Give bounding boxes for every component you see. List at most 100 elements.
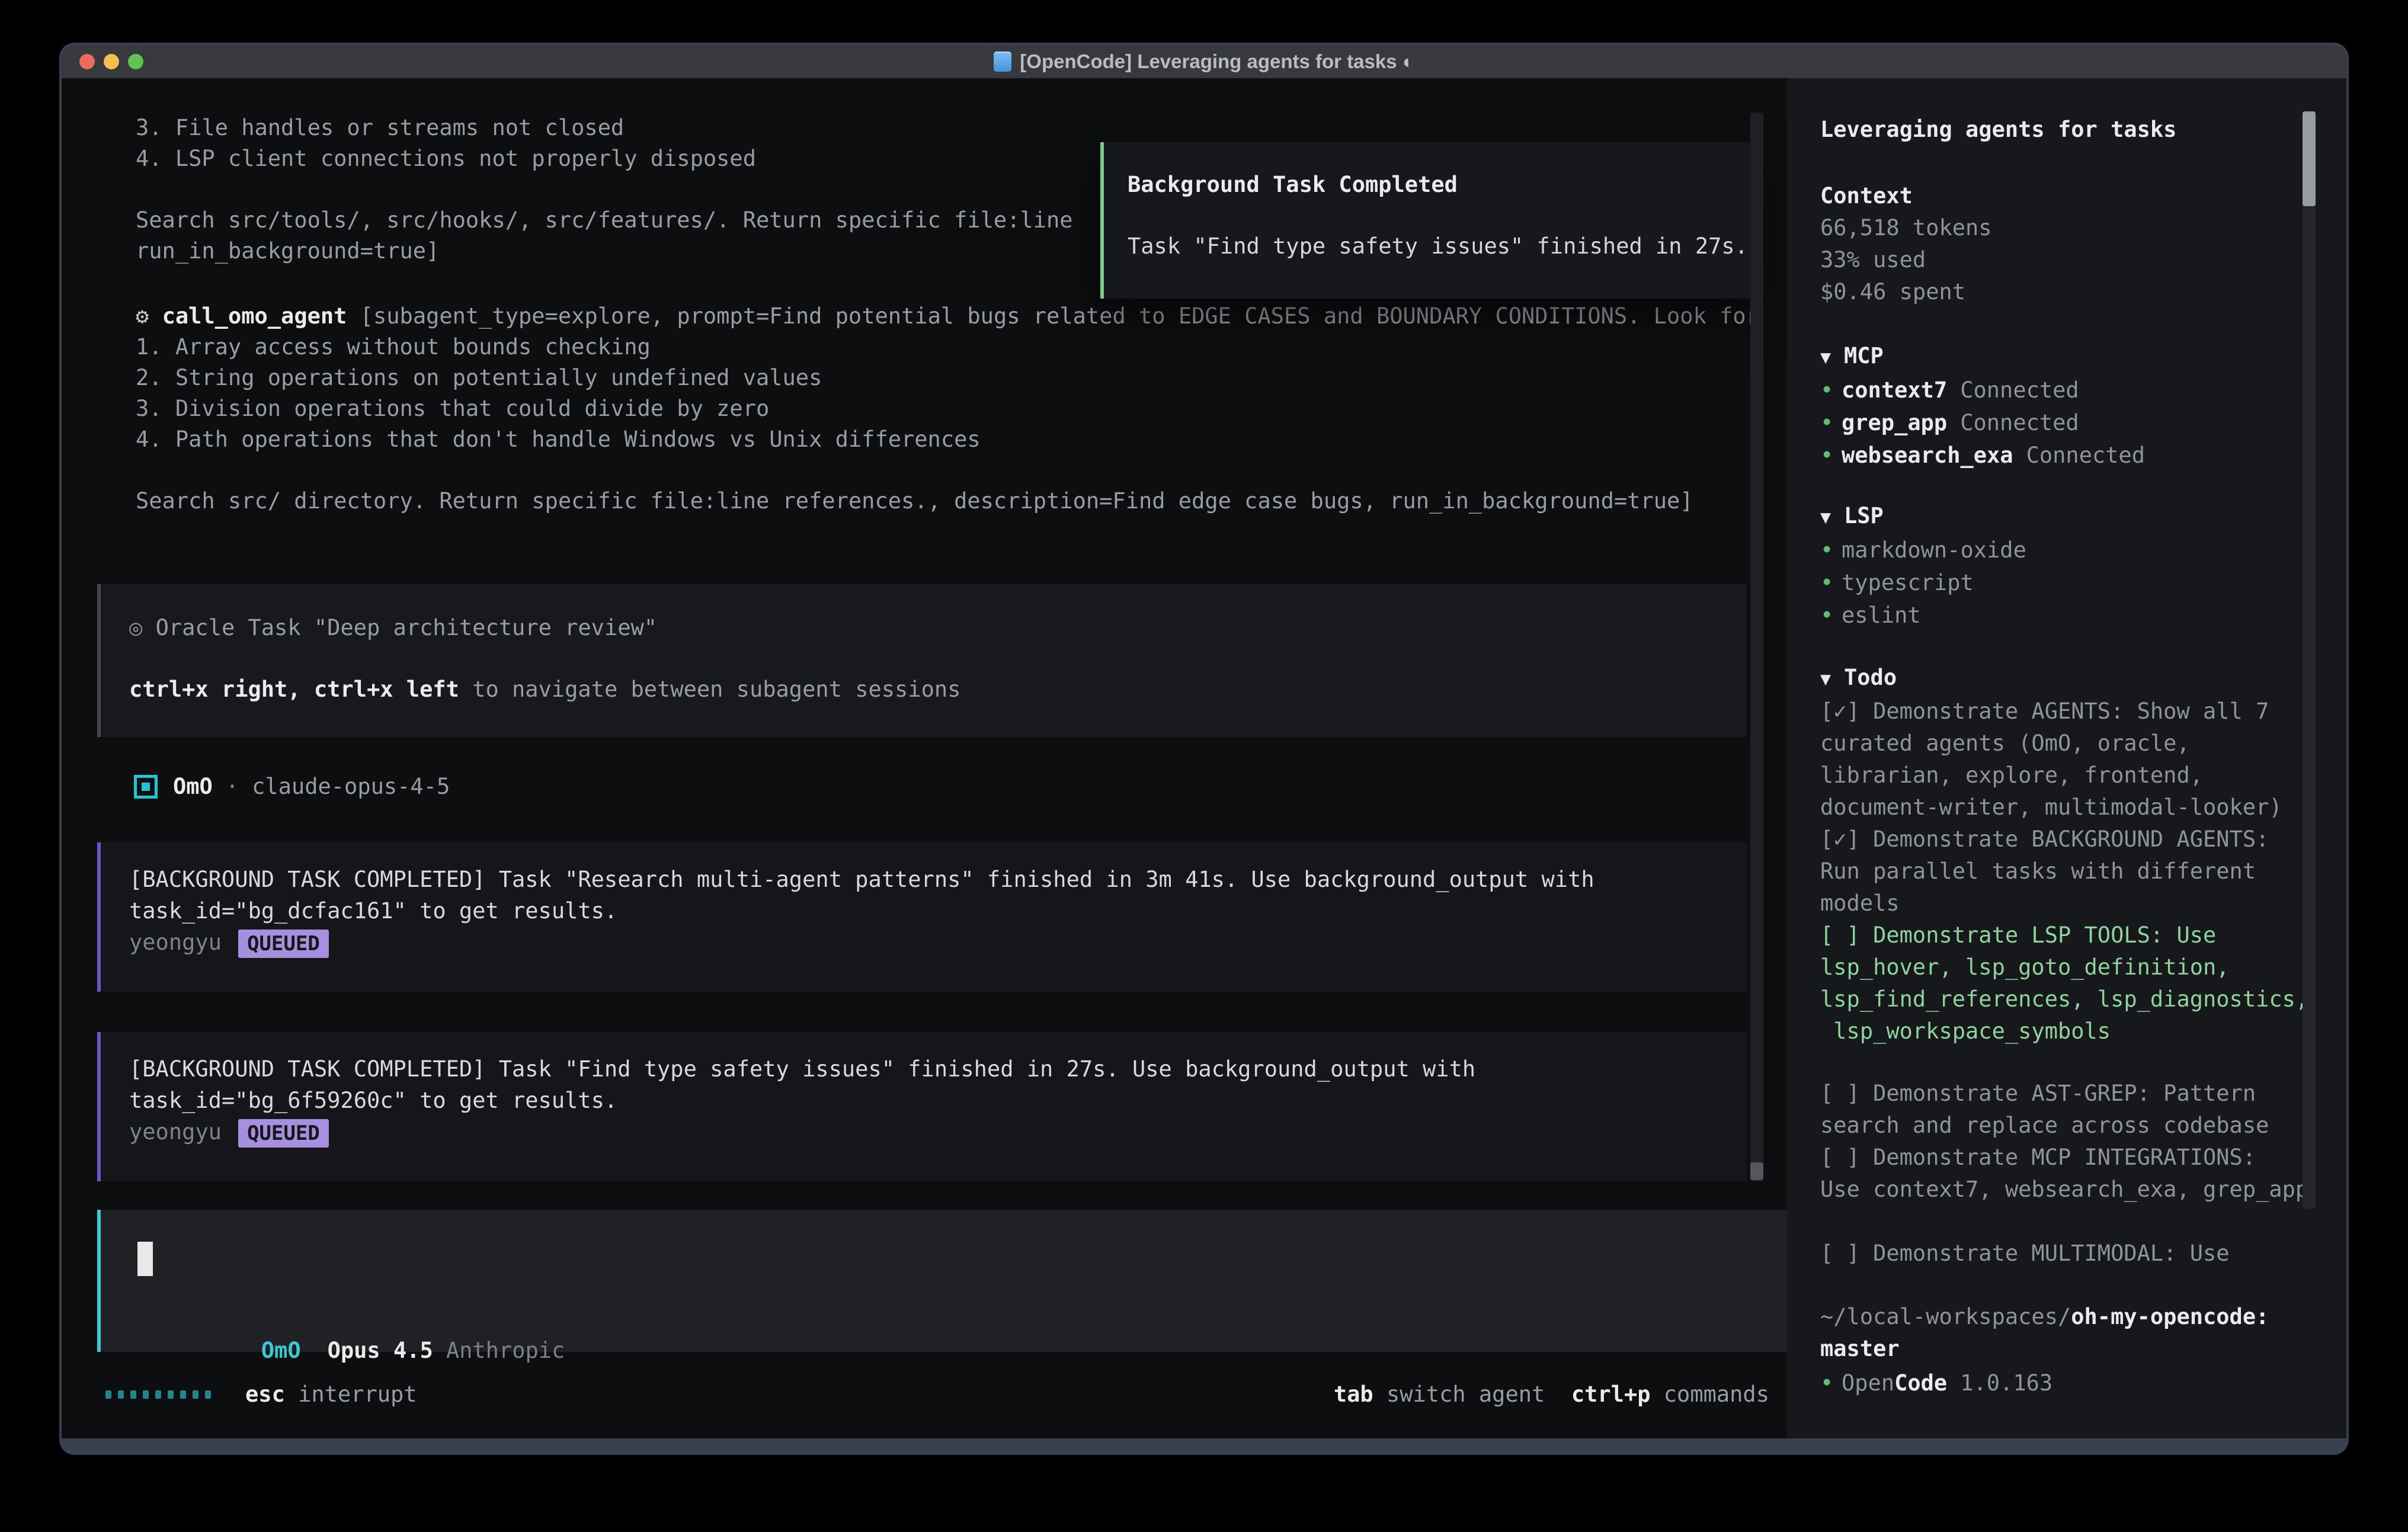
workspace-branch: master <box>1820 1333 2293 1365</box>
message-author: yeongyu <box>129 1119 222 1145</box>
mcp-item-status: Connected <box>1960 377 2079 403</box>
tool-call-block: ⚙ call_omo_agent [subagent_type=explore,… <box>136 301 1759 517</box>
sidebar-scrollbar-track[interactable] <box>2303 111 2316 1209</box>
zoom-window-button[interactable] <box>128 54 143 69</box>
mcp-heading: MCP <box>1844 343 1884 368</box>
lsp-item: •markdown-oxide <box>1820 534 2293 566</box>
text-cursor <box>137 1242 153 1276</box>
close-window-button[interactable] <box>79 54 95 69</box>
mcp-heading-row[interactable]: ▼MCP <box>1820 339 2293 374</box>
tool-call-line: Search src/ directory. Return specific f… <box>136 486 1759 517</box>
mcp-section: ▼MCP •context7Connected •grep_appConnect… <box>1820 339 2293 472</box>
terminal-line: 3. File handles or streams not closed <box>136 113 1073 143</box>
notification-title: Background Task Completed <box>1128 169 1752 200</box>
window-title-group: [OpenCode] Leveraging agents for tasks ◐ <box>994 50 1414 73</box>
message-line: task_id="bg_dcfac161" to get results. <box>129 895 1747 927</box>
todo-line: curated agents (OmO, oracle, <box>1820 727 2293 759</box>
lsp-item: •eslint <box>1820 599 2293 632</box>
esc-key-label: esc <box>245 1382 285 1407</box>
todo-line: [ ] Demonstrate MCP INTEGRATIONS: <box>1820 1142 2293 1174</box>
lsp-heading-row[interactable]: ▼LSP <box>1820 499 2293 534</box>
context-heading: Context <box>1820 180 2293 212</box>
todo-line: [ ] Demonstrate AST-GREP: Pattern <box>1820 1078 2293 1110</box>
app-version-block: •OpenCode1.0.163 <box>1820 1367 2293 1399</box>
tool-call-line <box>136 455 1759 486</box>
tool-call-line: ⚙ call_omo_agent [subagent_type=explore,… <box>136 301 1759 332</box>
oracle-task-text: Oracle Task "Deep architecture review" <box>156 615 657 640</box>
message-line: task_id="bg_6f59260c" to get results. <box>129 1085 1747 1116</box>
minimize-window-button[interactable] <box>104 54 119 69</box>
message-line: [BACKGROUND TASK COMPLETED] Task "Resear… <box>129 864 1747 895</box>
terminal-main-pane: 3. File handles or streams not closed 4.… <box>62 78 1787 1438</box>
agent-separator: · <box>226 771 239 802</box>
app-version: 1.0.163 <box>1960 1370 2052 1396</box>
spinner-dots <box>105 1390 211 1399</box>
mcp-item: •grep_app Connected <box>1820 406 2293 439</box>
workspace-path: ~/local-workspaces/oh-my-opencode: <box>1820 1301 2293 1333</box>
terminal-line: 4. LSP client connections not properly d… <box>136 143 1073 174</box>
mcp-item-name: grep_app <box>1842 410 1947 435</box>
app-version-row: •OpenCode1.0.163 <box>1820 1367 2293 1399</box>
mcp-item-name: websearch_exa <box>1842 443 2013 468</box>
main-scrollbar-thumb[interactable] <box>1750 1162 1763 1180</box>
bullet-icon: • <box>1820 566 1842 599</box>
bullet-icon: • <box>1820 406 1842 439</box>
todo-heading: Todo <box>1844 665 1897 690</box>
todo-line: models <box>1820 887 2293 919</box>
input-agent-name: OmO <box>261 1338 301 1363</box>
lsp-item: •typescript <box>1820 566 2293 599</box>
session-title-block: Leveraging agents for tasks <box>1820 114 2293 146</box>
tool-call-line: 4. Path operations that don't handle Win… <box>136 424 1759 455</box>
terminal-window: [OpenCode] Leveraging agents for tasks ◐… <box>59 43 2349 1455</box>
tool-call-line: 2. String operations on potentially unde… <box>136 363 1759 393</box>
background-task-message: [BACKGROUND TASK COMPLETED] Task "Find t… <box>97 1032 1747 1181</box>
status-badge: QUEUED <box>238 1119 329 1148</box>
terminal-line: Search src/tools/, src/hooks/, src/featu… <box>136 205 1073 236</box>
todo-section-tail: [ ] Demonstrate MULTIMODAL: Use <box>1820 1238 2293 1270</box>
oracle-keys: ctrl+x right, ctrl+x left <box>129 677 459 702</box>
todo-line: librarian, explore, frontend, <box>1820 759 2293 791</box>
todo-heading-row[interactable]: ▼Todo <box>1820 662 2293 696</box>
input-model-name: Opus 4.5 <box>328 1338 433 1363</box>
bullet-icon: • <box>1820 534 1842 566</box>
bullet-icon: • <box>1820 439 1842 472</box>
oracle-hint: to navigate between subagent sessions <box>472 677 960 702</box>
agent-checkbox-icon <box>134 775 158 799</box>
tool-name: call_omo_agent <box>162 303 347 329</box>
lsp-heading: LSP <box>1844 503 1884 528</box>
prompt-input[interactable]: OmOOpus 4.5Anthropic <box>97 1210 1787 1352</box>
todo-line-active: lsp_workspace_symbols <box>1820 1015 2293 1047</box>
todo-line: [✓] Demonstrate AGENTS: Show all 7 <box>1820 696 2293 727</box>
message-author: yeongyu <box>129 930 222 955</box>
lsp-item-name: eslint <box>1842 602 1921 628</box>
oracle-hint-line: ctrl+x right, ctrl+x left to navigate be… <box>129 674 1747 705</box>
todo-section-pending: [ ] Demonstrate AST-GREP: Pattern search… <box>1820 1078 2293 1206</box>
chevron-down-icon: ▼ <box>1820 341 1844 374</box>
todo-line: [ ] Demonstrate MULTIMODAL: Use <box>1820 1238 2293 1270</box>
lsp-section: ▼LSP •markdown-oxide •typescript •eslint <box>1820 499 2293 632</box>
tool-args: [subagent_type=explore, prompt=Find pote… <box>360 303 1759 329</box>
todo-line: [✓] Demonstrate BACKGROUND AGENTS: <box>1820 823 2293 855</box>
background-task-message: [BACKGROUND TASK COMPLETED] Task "Resear… <box>97 842 1747 992</box>
message-meta: yeongyuQUEUED <box>129 927 1747 958</box>
app-name-bold: Code <box>1894 1370 1947 1396</box>
todo-line: Use context7, websearch_exa, grep_app <box>1820 1174 2293 1206</box>
todo-line-active: lsp_hover, lsp_goto_definition, <box>1820 951 2293 983</box>
mcp-item-status: Connected <box>1960 410 2079 435</box>
todo-line: Run parallel tasks with different <box>1820 855 2293 887</box>
interrupt-label: interrupt <box>298 1382 417 1407</box>
sidebar-scrollbar-thumb[interactable] <box>2303 111 2316 206</box>
titlebar: [OpenCode] Leveraging agents for tasks ◐ <box>62 45 2346 79</box>
background-task-notification: Background Task Completed Task "Find typ… <box>1100 142 1756 299</box>
message-meta: yeongyu QUEUED <box>129 1116 1747 1148</box>
main-scrollbar-track[interactable] <box>1750 113 1763 1181</box>
context-tokens: 66,518 tokens <box>1820 212 2293 244</box>
bullet-icon: • <box>1820 374 1842 406</box>
oracle-icon: ◎ <box>129 615 142 640</box>
shortcut-hints: tab switch agent ctrl+p commands <box>1334 1379 1769 1410</box>
commands-label: commands <box>1664 1382 1769 1407</box>
notification-spacer <box>1128 200 1752 231</box>
switch-agent-label: switch agent <box>1386 1382 1545 1407</box>
document-icon <box>994 52 1011 72</box>
ctrlp-key-label: ctrl+p <box>1571 1382 1651 1407</box>
